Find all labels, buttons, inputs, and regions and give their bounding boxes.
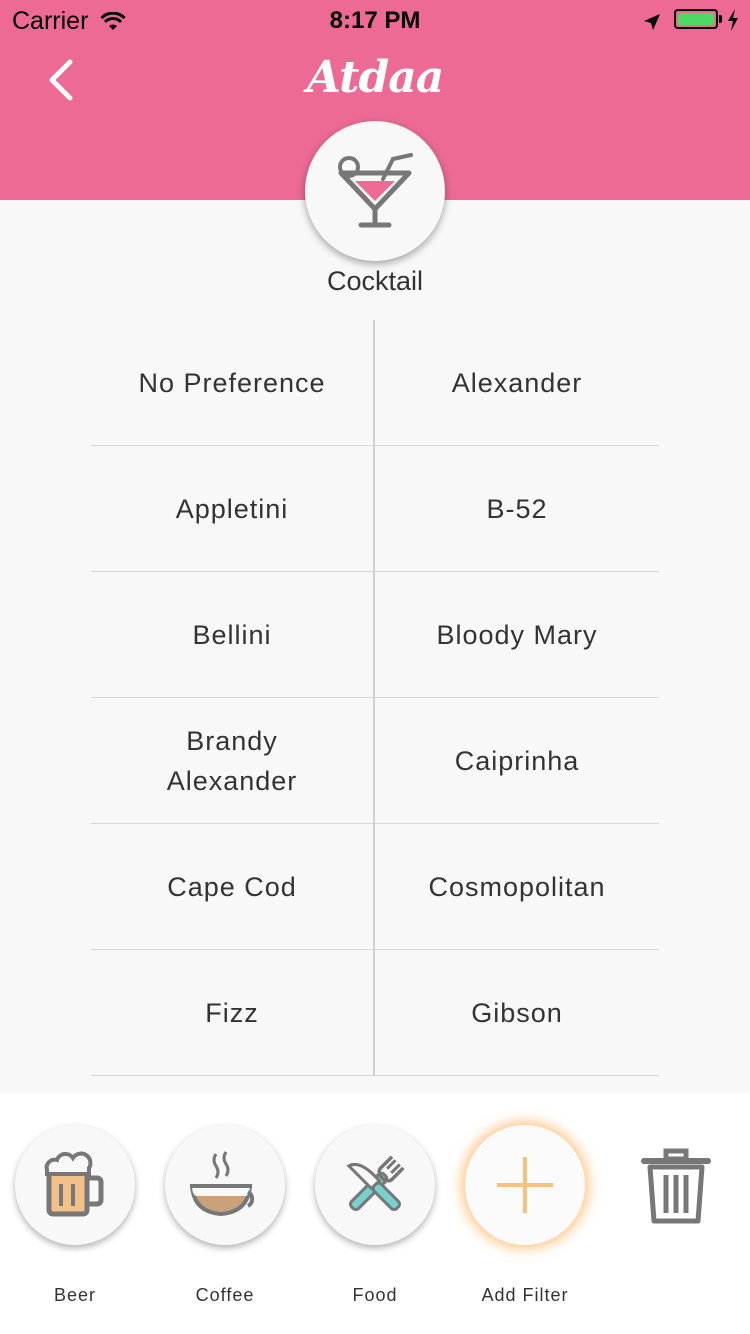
filter-coffee-button[interactable] (165, 1125, 285, 1245)
grid-row: Cape Cod Cosmopolitan (91, 824, 659, 950)
food-icon (346, 1155, 405, 1212)
option-cell[interactable]: Bloody Mary (375, 572, 659, 697)
option-cell[interactable]: Cape Cod (91, 824, 375, 949)
filter-beer: Beer (0, 1093, 150, 1334)
beer-icon (44, 1151, 104, 1217)
option-cell[interactable]: Bellini (91, 572, 375, 697)
filter-add: Add Filter (450, 1093, 600, 1334)
filter-coffee: Coffee (150, 1093, 300, 1334)
option-cell[interactable]: Caiprinha (375, 698, 659, 823)
grid-row: Brandy Alexander Caiprinha (91, 698, 659, 824)
option-cell[interactable]: Alexander (375, 320, 659, 445)
grid-row: Bellini Bloody Mary (91, 572, 659, 698)
filter-bar: Beer Coffee Food Add Filter (0, 1093, 750, 1334)
filter-label: Beer (53, 1285, 97, 1305)
option-cell[interactable]: Brandy Alexander (91, 698, 375, 823)
trash-button[interactable] (640, 1147, 712, 1227)
category-button[interactable] (305, 121, 445, 261)
category-label: Cocktail (326, 266, 424, 296)
trash-icon (641, 1148, 711, 1224)
grid-row: Appletini B-52 (91, 446, 659, 572)
plus-icon (497, 1157, 553, 1213)
grid-row: No Preference Alexander (91, 320, 659, 446)
filter-label: Coffee (195, 1285, 255, 1305)
option-cell[interactable]: B-52 (375, 446, 659, 571)
option-cell[interactable]: Gibson (375, 950, 659, 1075)
app-logo: Atdaa (306, 52, 444, 103)
cocktail-icon (338, 153, 413, 228)
option-cell[interactable]: Fizz (91, 950, 375, 1075)
options-grid: No Preference Alexander Appletini B-52 B… (91, 320, 659, 1076)
grid-row: Fizz Gibson (91, 950, 659, 1076)
filter-label: Add Filter (481, 1285, 569, 1305)
filter-food: Food (300, 1093, 450, 1334)
charging-icon (727, 9, 739, 38)
option-cell[interactable]: Cosmopolitan (375, 824, 659, 949)
status-bar: Carrier 8:17 PM (0, 0, 750, 40)
filter-beer-button[interactable] (15, 1125, 135, 1245)
filter-food-button[interactable] (315, 1125, 435, 1245)
battery-icon (674, 9, 718, 29)
option-cell[interactable]: Appletini (91, 446, 375, 571)
status-time: 8:17 PM (329, 7, 421, 34)
add-filter-button[interactable] (465, 1125, 585, 1245)
location-icon (642, 10, 662, 39)
coffee-icon (189, 1151, 255, 1217)
option-cell[interactable]: No Preference (91, 320, 375, 445)
filter-label: Food (352, 1285, 398, 1305)
